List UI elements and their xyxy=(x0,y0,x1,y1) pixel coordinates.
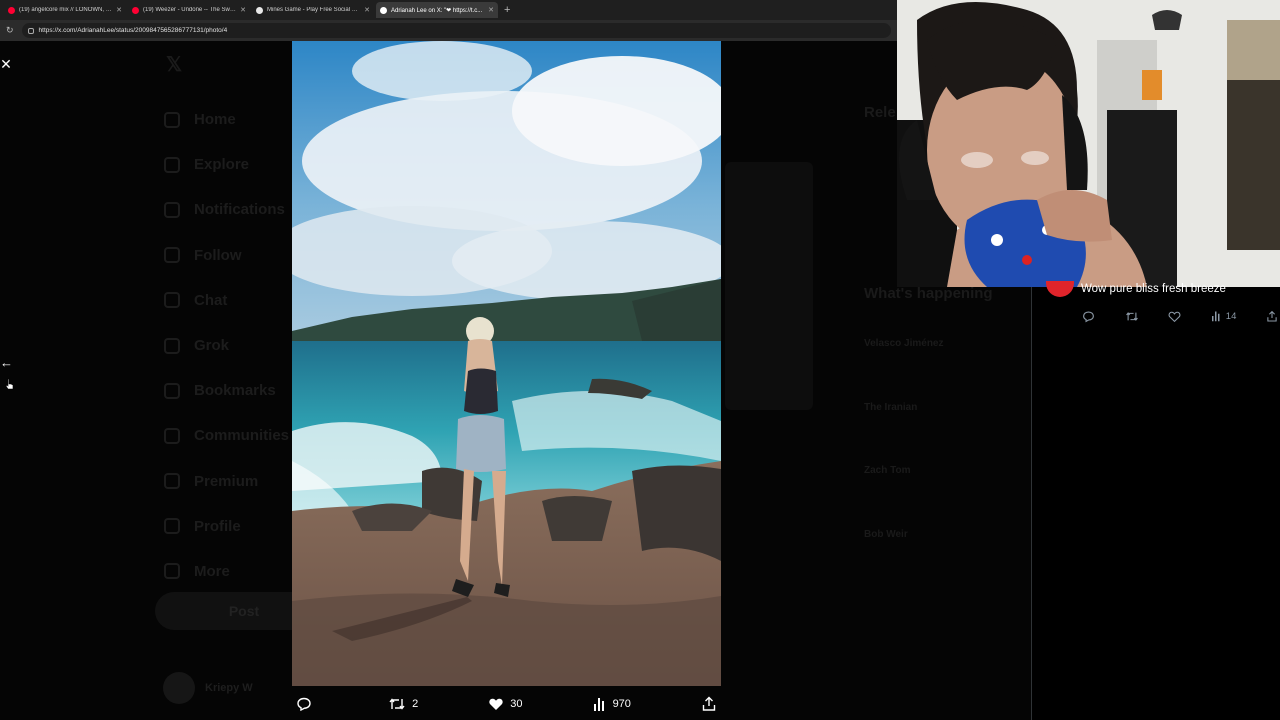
retweet-button[interactable] xyxy=(1125,310,1139,323)
nav-item-label: Grok xyxy=(194,337,230,355)
nav-item-label: More xyxy=(194,562,230,580)
photo-image xyxy=(292,41,721,686)
x-favicon-icon xyxy=(380,6,387,14)
home-icon xyxy=(164,111,180,128)
reply-item: Wow pure bliss fresh breeze xyxy=(1046,281,1226,297)
heart-outline-icon xyxy=(1168,311,1181,322)
share-button[interactable] xyxy=(701,696,717,712)
trend-item: Zach Tom xyxy=(864,465,911,476)
nav-item-label: Explore xyxy=(194,156,250,174)
new-tab-button[interactable]: + xyxy=(504,4,510,16)
browser-tab-4[interactable]: Adrianah Lee on X: "❤ https://t.c... ✕ xyxy=(376,2,498,18)
avatar xyxy=(163,672,195,704)
close-tab-icon[interactable]: ✕ xyxy=(240,6,246,14)
nav-item-label: Premium xyxy=(194,472,259,490)
x-premium-icon xyxy=(164,473,180,490)
browser-tab-3[interactable]: Mines Game - Play Free Social Ca... ✕ xyxy=(252,2,374,18)
close-media-button[interactable]: ✕ xyxy=(0,56,12,72)
close-tab-icon[interactable]: ✕ xyxy=(364,6,370,14)
address-bar-row: ↻ https://x.com/AdrianahLee/status/20098… xyxy=(0,20,897,41)
retweet-icon xyxy=(389,698,405,710)
media-photo[interactable] xyxy=(292,41,721,686)
avatar[interactable] xyxy=(1046,281,1074,297)
nav-item-label: Communities xyxy=(194,427,290,445)
reply-button[interactable] xyxy=(1082,310,1095,323)
tab-title: (19) angelcore mix // LONOWN, a... xyxy=(19,7,113,13)
trend-item: The Iranian xyxy=(864,402,918,413)
hand-cursor-icon xyxy=(5,378,14,390)
retweet-icon xyxy=(1125,311,1138,321)
url-text: https://x.com/AdrianahLee/status/2009847… xyxy=(38,27,228,34)
nav-item-label: Follow xyxy=(194,246,242,264)
close-tab-icon[interactable]: ✕ xyxy=(116,6,122,14)
site-info-icon[interactable] xyxy=(27,27,34,34)
retweet-count: 2 xyxy=(412,698,419,710)
address-bar[interactable]: https://x.com/AdrianahLee/status/2009847… xyxy=(21,23,891,38)
tab-title: Mines Game - Play Free Social Ca... xyxy=(267,7,361,13)
retweet-button[interactable]: 2 xyxy=(388,696,418,712)
view-count: 14 xyxy=(1225,310,1237,322)
search-icon xyxy=(164,156,180,173)
mail-icon xyxy=(164,292,180,309)
nav-item-label: Profile xyxy=(194,517,241,535)
nav-item-label: Chat xyxy=(194,291,228,309)
analytics-bar-icon xyxy=(1211,311,1220,322)
youtube-favicon-icon xyxy=(8,6,15,14)
previous-photo-button[interactable]: ← xyxy=(0,355,14,371)
trend-item: Velasco Jiménez xyxy=(864,338,944,349)
more-circle-icon xyxy=(164,563,180,580)
reply-icon xyxy=(297,697,311,712)
whats-happening-title: What's happening xyxy=(864,285,993,302)
tab-title: Adrianah Lee on X: "❤ https://t.c... xyxy=(391,7,483,14)
reply-icon xyxy=(1083,310,1094,322)
tab-title: (19) Weezer - Undone -- The Swe... xyxy=(143,7,237,13)
bookmark-icon xyxy=(164,382,180,399)
person-add-icon xyxy=(164,247,180,264)
mines-favicon-icon xyxy=(256,6,263,14)
like-button[interactable]: 30 xyxy=(488,696,523,712)
bell-icon xyxy=(164,201,180,218)
reload-icon[interactable]: ↻ xyxy=(6,25,14,36)
views-button[interactable]: 970 xyxy=(593,696,631,712)
grok-icon xyxy=(164,337,180,354)
heart-icon xyxy=(489,698,503,710)
views-button[interactable]: 14 xyxy=(1211,310,1237,322)
relevant-people-title: Rele xyxy=(864,104,896,121)
nav-item-label: Notifications xyxy=(194,201,285,219)
account-switcher: Kriepy W xyxy=(163,672,253,704)
webcam-image xyxy=(897,0,1280,287)
browser-tab-2[interactable]: (19) Weezer - Undone -- The Swe... ✕ xyxy=(128,2,250,18)
youtube-favicon-icon xyxy=(132,6,139,14)
reply-button[interactable] xyxy=(296,696,318,712)
reply-text: Wow pure bliss fresh breeze xyxy=(1081,283,1226,295)
browser-tab-1[interactable]: (19) angelcore mix // LONOWN, a... ✕ xyxy=(4,2,126,18)
account-name: Kriepy W xyxy=(205,682,253,694)
share-icon xyxy=(702,696,716,711)
like-count: 30 xyxy=(510,698,523,710)
trend-item: Bob Weir xyxy=(864,529,908,540)
right-tweet-panel xyxy=(1031,287,1280,720)
analytics-bar-icon xyxy=(593,698,604,711)
like-button[interactable] xyxy=(1168,310,1181,323)
nav-item-label: Home xyxy=(194,111,236,129)
close-tab-icon[interactable]: ✕ xyxy=(488,6,494,14)
reply-action-bar: 14 xyxy=(1082,308,1280,324)
browser-tab-bar: (19) angelcore mix // LONOWN, a... ✕ (19… xyxy=(0,0,897,20)
people-icon xyxy=(164,427,180,444)
webcam-overlay xyxy=(897,0,1280,287)
nav-item-label: Bookmarks xyxy=(194,382,276,400)
view-count: 970 xyxy=(612,698,631,710)
share-icon xyxy=(1267,310,1277,322)
dimmed-content-panel xyxy=(725,162,813,410)
person-icon xyxy=(164,518,180,535)
post-action-bar: 2 30 970 xyxy=(292,692,721,716)
share-button[interactable] xyxy=(1266,310,1278,323)
